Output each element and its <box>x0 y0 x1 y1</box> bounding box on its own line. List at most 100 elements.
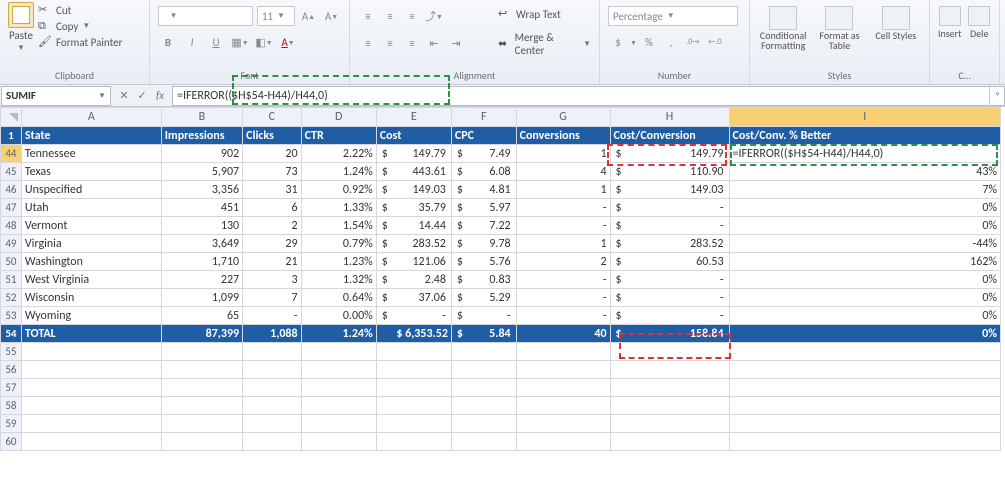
cell-cpc[interactable]: $7.49 <box>451 145 516 163</box>
cell-cpc[interactable]: $5.97 <box>451 199 516 217</box>
delete-button[interactable]: Dele <box>968 6 992 40</box>
cell-pctbetter[interactable]: =IFERROR(($H$54-H44)/H44,0) <box>729 145 1000 163</box>
increase-indent-button[interactable]: ⇥ <box>446 33 466 53</box>
cell-cpc[interactable]: $6.08 <box>451 163 516 181</box>
row-head[interactable]: 45 <box>1 163 22 181</box>
cell-clicks[interactable]: 6 <box>243 199 301 217</box>
cell-state[interactable]: Vermont <box>21 217 161 235</box>
row-head[interactable]: 49 <box>1 235 22 253</box>
decrease-font-button[interactable]: A▼ <box>322 6 341 26</box>
grid-table[interactable]: A B C D E F G H I 1 State Impressions Cl… <box>0 107 1001 451</box>
empty-cell[interactable] <box>301 433 376 451</box>
cell-pctbetter[interactable]: 162% <box>729 253 1000 271</box>
font-family-select[interactable]: ▼ <box>158 6 253 26</box>
empty-cell[interactable] <box>243 433 301 451</box>
cell-cost[interactable]: $149.79 <box>376 145 451 163</box>
cell-conversions[interactable]: 1 <box>516 235 610 253</box>
align-left-button[interactable]: ≡ <box>358 33 378 53</box>
cell-impressions[interactable]: 3,649 <box>161 235 242 253</box>
cell-cpc[interactable]: $5.29 <box>451 289 516 307</box>
empty-cell[interactable] <box>301 361 376 379</box>
cell-ctr[interactable]: 2.22% <box>301 145 376 163</box>
cell-ctr[interactable]: 0.79% <box>301 235 376 253</box>
cell-cost[interactable]: $443.61 <box>376 163 451 181</box>
col-G[interactable]: G <box>516 108 610 127</box>
cell-state[interactable]: Texas <box>21 163 161 181</box>
cancel-formula-button[interactable]: ✕ <box>116 89 132 102</box>
decrease-decimal-button[interactable]: ←.0 <box>705 32 725 52</box>
col-I[interactable]: I <box>729 108 1000 127</box>
cell-pctbetter[interactable]: 0% <box>729 289 1000 307</box>
number-format-select[interactable]: Percentage▼ <box>608 6 738 26</box>
decrease-indent-button[interactable]: ⇤ <box>424 33 444 53</box>
cell-cpc[interactable]: $7.22 <box>451 217 516 235</box>
cell-impressions[interactable]: 5,907 <box>161 163 242 181</box>
row-head[interactable]: 52 <box>1 289 22 307</box>
cell-costconv[interactable]: $- <box>610 271 729 289</box>
wrap-text-button[interactable]: ↩Wrap Text <box>498 6 591 22</box>
cell-pctbetter[interactable]: 43% <box>729 163 1000 181</box>
cell-costconv[interactable]: $- <box>610 289 729 307</box>
cell-impressions[interactable]: 227 <box>161 271 242 289</box>
col-E[interactable]: E <box>376 108 451 127</box>
empty-cell[interactable] <box>610 379 729 397</box>
cell-state[interactable]: Utah <box>21 199 161 217</box>
align-top-button[interactable]: ≡ <box>358 6 378 26</box>
cell-pctbetter[interactable]: 0% <box>729 199 1000 217</box>
empty-cell[interactable] <box>729 379 1000 397</box>
row-head[interactable]: 47 <box>1 199 22 217</box>
empty-cell[interactable] <box>610 415 729 433</box>
row-head[interactable]: 44 <box>1 145 22 163</box>
cell-costconv[interactable]: $60.53 <box>610 253 729 271</box>
empty-cell[interactable] <box>21 415 161 433</box>
cell-impressions[interactable]: 902 <box>161 145 242 163</box>
empty-cell[interactable] <box>610 397 729 415</box>
col-F[interactable]: F <box>451 108 516 127</box>
col-A[interactable]: A <box>21 108 161 127</box>
empty-cell[interactable] <box>161 361 242 379</box>
cell-clicks[interactable]: 21 <box>243 253 301 271</box>
enter-formula-button[interactable]: ✓ <box>134 89 150 102</box>
cell-cpc[interactable]: $5.76 <box>451 253 516 271</box>
row-head[interactable]: 46 <box>1 181 22 199</box>
col-C[interactable]: C <box>243 108 301 127</box>
border-button[interactable]: ▦▼ <box>230 32 250 52</box>
empty-cell[interactable] <box>161 415 242 433</box>
cell-state[interactable]: Tennessee <box>21 145 161 163</box>
cell-conversions[interactable]: - <box>516 199 610 217</box>
cell-clicks[interactable]: - <box>243 307 301 325</box>
empty-cell[interactable] <box>610 361 729 379</box>
empty-cell[interactable] <box>516 415 610 433</box>
row-head[interactable]: 48 <box>1 217 22 235</box>
cell-impressions[interactable]: 451 <box>161 199 242 217</box>
empty-cell[interactable] <box>301 397 376 415</box>
row-54-head[interactable]: 54 <box>1 325 22 343</box>
cell-clicks[interactable]: 73 <box>243 163 301 181</box>
row-head[interactable]: 51 <box>1 271 22 289</box>
cell-conversions[interactable]: - <box>516 307 610 325</box>
empty-cell[interactable] <box>161 397 242 415</box>
empty-cell[interactable] <box>451 397 516 415</box>
cell-cost[interactable]: $2.48 <box>376 271 451 289</box>
empty-cell[interactable] <box>243 379 301 397</box>
row-head[interactable]: 59 <box>1 415 22 433</box>
percent-format-button[interactable]: % <box>639 32 659 52</box>
increase-font-button[interactable]: A▲ <box>299 6 318 26</box>
insert-button[interactable]: Insert <box>938 6 962 40</box>
cell-costconv[interactable]: $- <box>610 199 729 217</box>
cell-conversions[interactable]: 1 <box>516 145 610 163</box>
empty-cell[interactable] <box>376 361 451 379</box>
accounting-format-button[interactable]: $ <box>608 32 628 52</box>
cell-costconv[interactable]: $149.79 <box>610 145 729 163</box>
col-B[interactable]: B <box>161 108 242 127</box>
align-right-button[interactable]: ≡ <box>402 33 422 53</box>
comma-format-button[interactable]: , <box>661 32 681 52</box>
cell-cpc[interactable]: $0.83 <box>451 271 516 289</box>
cell-conversions[interactable]: - <box>516 217 610 235</box>
empty-cell[interactable] <box>376 397 451 415</box>
cell-state[interactable]: Wyoming <box>21 307 161 325</box>
cell-cpc[interactable]: $4.81 <box>451 181 516 199</box>
format-painter-button[interactable]: 🖌Format Painter <box>38 34 122 50</box>
cell-impressions[interactable]: 1,710 <box>161 253 242 271</box>
empty-cell[interactable] <box>161 343 242 361</box>
